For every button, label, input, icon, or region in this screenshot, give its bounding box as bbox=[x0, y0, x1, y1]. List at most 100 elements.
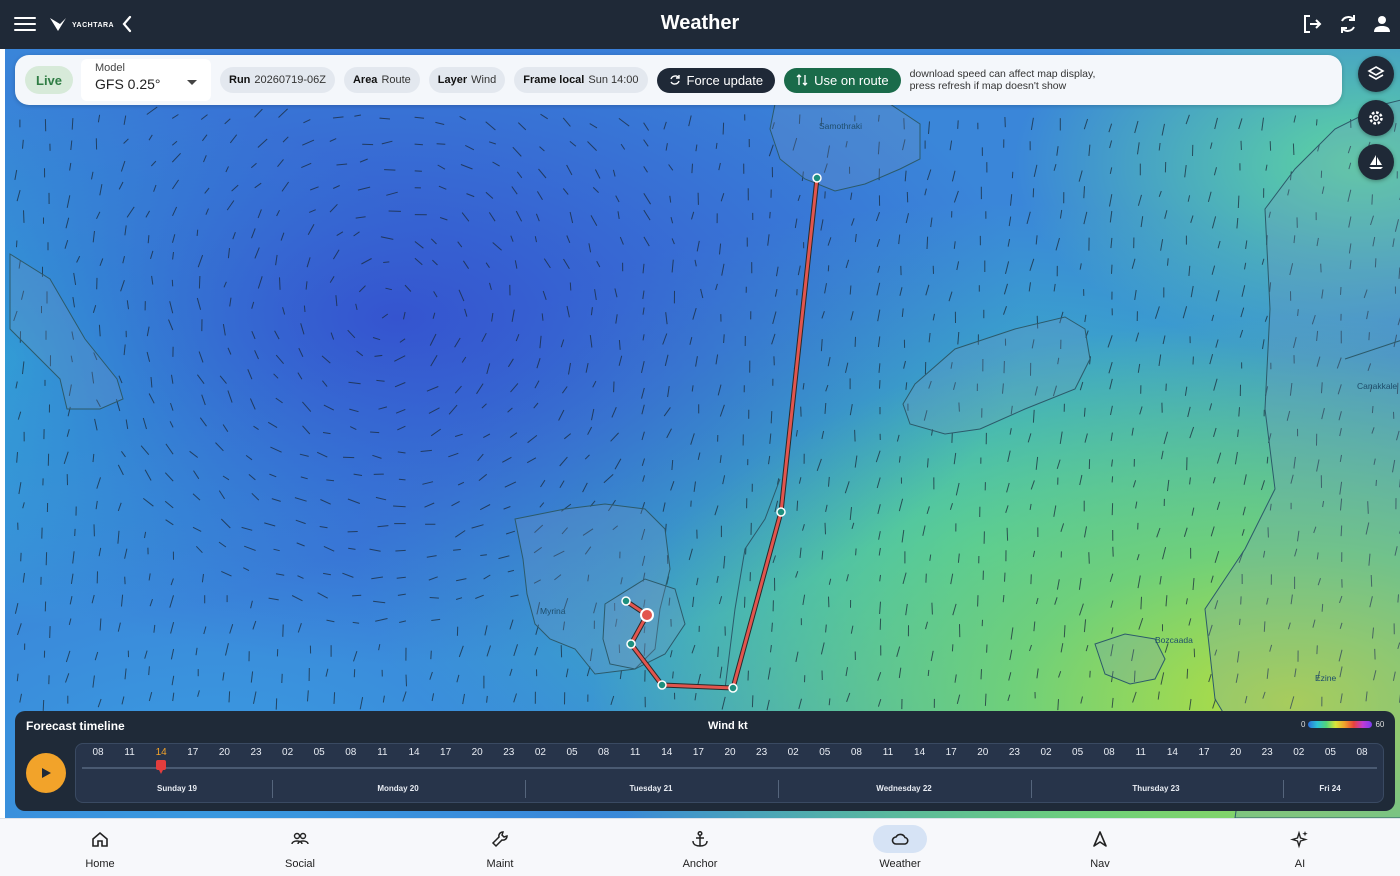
hour-tick[interactable]: 23 bbox=[241, 747, 271, 758]
wind-arrow bbox=[384, 169, 396, 171]
play-button[interactable] bbox=[26, 753, 66, 793]
waypoint[interactable] bbox=[728, 683, 738, 693]
hour-tick[interactable]: 05 bbox=[810, 747, 840, 758]
wind-map-canvas[interactable]: Samothraki Myrina Canakkale Ezine Bozcaa… bbox=[5, 49, 1400, 818]
run-value: 20260719-06Z bbox=[254, 74, 326, 86]
wind-arrow bbox=[414, 143, 423, 146]
waypoint[interactable] bbox=[621, 596, 631, 606]
hour-tick[interactable]: 08 bbox=[1094, 747, 1124, 758]
layer-chip[interactable]: Layer Wind bbox=[428, 67, 506, 93]
layers-button[interactable] bbox=[1358, 56, 1394, 92]
wind-arrow bbox=[1004, 572, 1006, 582]
hour-tick[interactable]: 08 bbox=[589, 747, 619, 758]
hour-tick[interactable]: 23 bbox=[1252, 747, 1282, 758]
use-on-route-button[interactable]: Use on route bbox=[784, 67, 901, 93]
waypoint[interactable] bbox=[776, 507, 786, 517]
wind-arrow bbox=[1083, 186, 1085, 199]
play-icon bbox=[42, 768, 51, 778]
hour-tick[interactable]: 17 bbox=[1189, 747, 1219, 758]
nav-label: Anchor bbox=[682, 858, 718, 870]
waypoint[interactable] bbox=[626, 639, 636, 649]
wind-arrow bbox=[1088, 552, 1090, 564]
nav-item-anchor[interactable]: Anchor bbox=[600, 819, 800, 876]
hour-tick[interactable]: 23 bbox=[999, 747, 1029, 758]
hour-tick[interactable]: 02 bbox=[1031, 747, 1061, 758]
hour-tick[interactable]: 20 bbox=[1221, 747, 1251, 758]
hour-tick[interactable]: 14 bbox=[905, 747, 935, 758]
hour-tick[interactable]: 17 bbox=[431, 747, 461, 758]
waypoint[interactable] bbox=[812, 173, 822, 183]
hour-tick[interactable]: 08 bbox=[1347, 747, 1377, 758]
timeline-thumb[interactable] bbox=[156, 760, 167, 774]
hour-tick[interactable]: 05 bbox=[1315, 747, 1345, 758]
hour-tick[interactable]: 11 bbox=[367, 747, 397, 758]
hour-tick[interactable]: 17 bbox=[178, 747, 208, 758]
nav-item-home[interactable]: Home bbox=[0, 819, 200, 876]
live-chip[interactable]: Live bbox=[25, 66, 74, 94]
hour-tick[interactable]: 14 bbox=[652, 747, 682, 758]
hour-tick[interactable]: 05 bbox=[557, 747, 587, 758]
hour-tick[interactable]: 14 bbox=[399, 747, 429, 758]
gear-icon bbox=[1369, 111, 1383, 125]
hour-tick[interactable]: 14 bbox=[1157, 747, 1187, 758]
model-value: GFS 0.25° bbox=[95, 76, 161, 92]
hour-tick[interactable]: 05 bbox=[1063, 747, 1093, 758]
model-select[interactable]: Model GFS 0.25° bbox=[81, 59, 212, 101]
hour-tick[interactable]: 08 bbox=[83, 747, 113, 758]
navigation-icon bbox=[1073, 825, 1127, 853]
wind-arrow bbox=[824, 522, 826, 535]
hour-tick[interactable]: 23 bbox=[747, 747, 777, 758]
timeline-track[interactable] bbox=[82, 767, 1377, 769]
hour-tick[interactable]: 17 bbox=[936, 747, 966, 758]
wind-arrow bbox=[849, 285, 852, 295]
boat-button[interactable] bbox=[1358, 144, 1394, 180]
wind-arrow bbox=[1083, 407, 1086, 417]
back-icon[interactable] bbox=[118, 13, 138, 35]
menu-icon[interactable] bbox=[14, 13, 36, 35]
nav-item-maint[interactable]: Maint bbox=[400, 819, 600, 876]
wind-arrow bbox=[691, 163, 693, 174]
hour-tick[interactable]: 02 bbox=[1284, 747, 1314, 758]
wind-arrow bbox=[480, 554, 487, 556]
refresh-icon[interactable] bbox=[1336, 12, 1360, 36]
logout-icon[interactable] bbox=[1300, 12, 1324, 36]
day-separator bbox=[525, 780, 526, 798]
hour-tick[interactable]: 02 bbox=[273, 747, 303, 758]
hour-tick[interactable]: 20 bbox=[715, 747, 745, 758]
nav-label: Maint bbox=[486, 858, 514, 870]
wind-arrow bbox=[879, 380, 881, 389]
hour-tick[interactable]: 11 bbox=[115, 747, 145, 758]
nav-item-ai[interactable]: AI bbox=[1200, 819, 1400, 876]
hour-tick[interactable]: 05 bbox=[304, 747, 334, 758]
settings-button[interactable] bbox=[1358, 100, 1394, 136]
wind-arrow bbox=[770, 411, 773, 424]
wind-arrow bbox=[1266, 456, 1269, 464]
hour-tick[interactable]: 02 bbox=[525, 747, 555, 758]
app-root: YACHTARA Weather Samothraki Myrina Canak… bbox=[0, 0, 1400, 876]
nav-item-social[interactable]: Social bbox=[200, 819, 400, 876]
hour-tick[interactable]: 23 bbox=[494, 747, 524, 758]
weather-map[interactable]: Samothraki Myrina Canakkale Ezine Bozcaa… bbox=[0, 49, 1400, 818]
hour-tick[interactable]: 11 bbox=[620, 747, 650, 758]
nav-item-nav[interactable]: Nav bbox=[1000, 819, 1200, 876]
layer-label: Layer bbox=[437, 74, 468, 86]
hour-tick[interactable]: 14 bbox=[146, 747, 176, 758]
waypoint[interactable] bbox=[657, 680, 667, 690]
hour-tick[interactable]: 20 bbox=[209, 747, 239, 758]
layers-icon bbox=[1367, 66, 1385, 80]
hour-tick[interactable]: 08 bbox=[336, 747, 366, 758]
force-update-button[interactable]: Force update bbox=[656, 67, 776, 93]
hour-tick[interactable]: 17 bbox=[683, 747, 713, 758]
hour-tick[interactable]: 20 bbox=[968, 747, 998, 758]
hour-tick[interactable]: 11 bbox=[1126, 747, 1156, 758]
wind-arrow bbox=[196, 229, 199, 236]
timeline-slider[interactable]: 08 11 14 17 20 23 02 05 08 11 14 17 20 23 02 05 08 11 14 17… bbox=[75, 743, 1384, 803]
hour-tick[interactable]: 02 bbox=[778, 747, 808, 758]
nav-item-weather[interactable]: Weather bbox=[800, 819, 1000, 876]
hour-tick[interactable]: 08 bbox=[841, 747, 871, 758]
hour-tick[interactable]: 11 bbox=[873, 747, 903, 758]
area-chip[interactable]: Area Route bbox=[343, 67, 420, 93]
account-icon[interactable] bbox=[1370, 12, 1394, 36]
hour-tick[interactable]: 20 bbox=[462, 747, 492, 758]
boat-position-marker[interactable] bbox=[640, 608, 654, 622]
